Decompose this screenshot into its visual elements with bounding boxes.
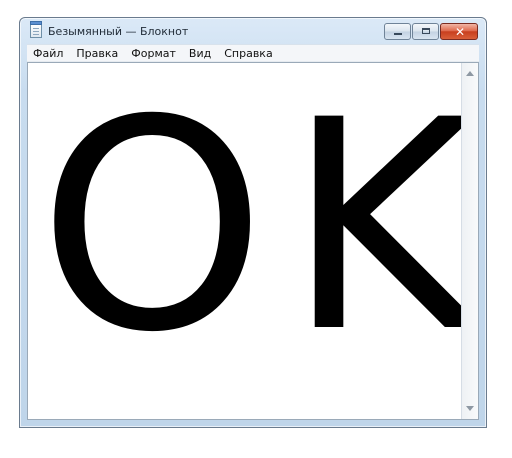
window-controls: ✕ [384, 23, 478, 41]
menu-bar: Файл Правка Формат Вид Справка [27, 44, 479, 62]
window-title: Безымянный — Блокнот [48, 25, 189, 38]
title-bar[interactable]: Безымянный — Блокнот ✕ [20, 18, 486, 46]
notepad-window: Безымянный — Блокнот ✕ Файл Правка Форма… [19, 17, 487, 428]
scroll-down-icon[interactable] [466, 406, 474, 411]
close-button[interactable]: ✕ [440, 23, 478, 40]
menu-view[interactable]: Вид [189, 47, 211, 60]
menu-file[interactable]: Файл [33, 47, 63, 60]
text-editor[interactable]: OK [27, 62, 479, 420]
menu-format[interactable]: Формат [131, 47, 176, 60]
minimize-button[interactable] [384, 23, 411, 40]
scroll-up-icon[interactable] [466, 71, 474, 76]
menu-edit[interactable]: Правка [76, 47, 118, 60]
notepad-icon [30, 21, 42, 38]
editor-text[interactable]: OK [38, 83, 478, 373]
maximize-icon [422, 28, 430, 34]
maximize-button[interactable] [412, 23, 439, 40]
close-icon: ✕ [455, 25, 466, 39]
minimize-icon [394, 33, 402, 35]
menu-help[interactable]: Справка [224, 47, 272, 60]
vertical-scrollbar[interactable] [461, 63, 478, 419]
